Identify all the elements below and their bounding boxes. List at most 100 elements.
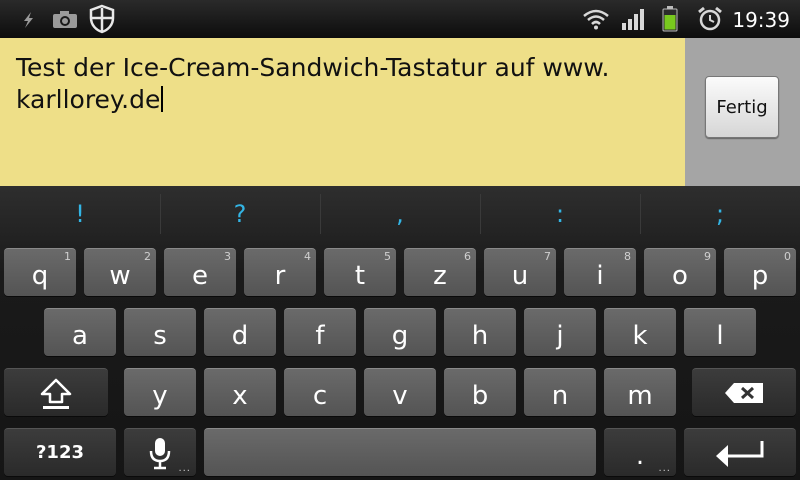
text-cursor (161, 86, 164, 112)
key-label: c (312, 380, 328, 411)
key-hint: 3 (224, 250, 231, 263)
key-hint: 5 (384, 250, 391, 263)
action-panel: Fertig (685, 38, 800, 186)
space-key[interactable] (204, 428, 596, 476)
key-hint: 9 (704, 250, 711, 263)
shift-arrow-icon (40, 378, 72, 409)
text-line-2-content: karllorey.de (16, 85, 161, 114)
key-label: e (192, 260, 208, 291)
text-line-2: karllorey.de (16, 84, 656, 116)
key-hint: 8 (624, 250, 631, 263)
key-label: . (635, 440, 645, 471)
key-label: k (632, 320, 648, 351)
shift-key[interactable] (4, 368, 108, 416)
key-hint: 1 (64, 250, 71, 263)
key-label: z (433, 260, 447, 291)
text-input-field[interactable]: Test der Ice-Cream-Sandwich-Tastatur auf… (0, 38, 685, 186)
key-a[interactable]: a (44, 308, 116, 356)
text-line-1: Test der Ice-Cream-Sandwich-Tastatur auf… (16, 53, 610, 82)
more-options-dots: ... (658, 463, 671, 474)
enter-key[interactable] (684, 428, 796, 476)
key-f[interactable]: f (284, 308, 356, 356)
period-key[interactable]: .... (604, 428, 676, 476)
wifi-icon (583, 9, 609, 30)
enter-arrow-icon (716, 440, 764, 467)
key-hint: 0 (784, 250, 791, 263)
suggestion-question[interactable]: ? (160, 186, 320, 242)
key-m[interactable]: m (604, 368, 676, 416)
key-hint: 2 (144, 250, 151, 263)
key-i[interactable]: 8i (564, 248, 636, 296)
key-label: u (511, 260, 529, 291)
key-label: b (471, 380, 489, 411)
key-label: o (672, 260, 688, 291)
key-q[interactable]: 1q (4, 248, 76, 296)
symbols-label: ?123 (35, 442, 84, 463)
suggestion-colon[interactable]: : (480, 186, 640, 242)
alarm-icon (698, 6, 722, 31)
key-j[interactable]: j (524, 308, 596, 356)
key-o[interactable]: 9o (644, 248, 716, 296)
key-w[interactable]: 2w (84, 248, 156, 296)
key-label: g (391, 320, 409, 351)
key-label: w (109, 260, 131, 291)
key-l[interactable]: l (684, 308, 756, 356)
key-label: i (596, 260, 604, 291)
key-d[interactable]: d (204, 308, 276, 356)
camera-icon (53, 11, 77, 28)
more-options-dots: ... (178, 463, 191, 474)
microphone-icon (149, 437, 171, 469)
key-k[interactable]: k (604, 308, 676, 356)
key-c[interactable]: c (284, 368, 356, 416)
key-y[interactable]: y (124, 368, 196, 416)
key-hint: 7 (544, 250, 551, 263)
backspace-key[interactable] (692, 368, 796, 416)
key-label: j (556, 320, 564, 351)
key-b[interactable]: b (444, 368, 516, 416)
key-label: x (232, 380, 248, 411)
usb-debug-icon (24, 12, 33, 28)
key-label: y (152, 380, 168, 411)
key-x[interactable]: x (204, 368, 276, 416)
key-label: v (392, 380, 408, 411)
key-v[interactable]: v (364, 368, 436, 416)
text-input-content[interactable]: Test der Ice-Cream-Sandwich-Tastatur auf… (16, 52, 656, 116)
key-label: r (274, 260, 286, 291)
soft-keyboard: ! ? , : ; 1q 2w 3e 4r 5t 6z 7u 8i 9o 0p … (0, 186, 800, 480)
key-p[interactable]: 0p (724, 248, 796, 296)
key-u[interactable]: 7u (484, 248, 556, 296)
key-label: t (354, 260, 366, 291)
voice-input-key[interactable]: ... (124, 428, 196, 476)
key-label: p (751, 260, 769, 291)
done-button[interactable]: Fertig (705, 76, 779, 138)
key-label: s (153, 320, 167, 351)
key-e[interactable]: 3e (164, 248, 236, 296)
suggestion-comma[interactable]: , (320, 186, 480, 242)
key-label: q (31, 260, 49, 291)
key-g[interactable]: g (364, 308, 436, 356)
key-label: f (315, 320, 325, 351)
battery-icon (662, 6, 678, 32)
shield-icon (89, 4, 115, 34)
key-t[interactable]: 5t (324, 248, 396, 296)
suggestion-exclamation[interactable]: ! (0, 186, 160, 242)
key-z[interactable]: 6z (404, 248, 476, 296)
key-label: a (72, 320, 88, 351)
key-label: m (627, 380, 653, 411)
signal-icon (622, 9, 644, 30)
status-time: 19:39 (732, 8, 790, 32)
backspace-icon (725, 382, 763, 403)
key-s[interactable]: s (124, 308, 196, 356)
suggestion-bar: ! ? , : ; (0, 186, 800, 242)
key-n[interactable]: n (524, 368, 596, 416)
key-label: d (231, 320, 249, 351)
key-r[interactable]: 4r (244, 248, 316, 296)
key-hint: 4 (304, 250, 311, 263)
key-hint: 6 (464, 250, 471, 263)
key-label: n (551, 380, 569, 411)
suggestion-semicolon[interactable]: ; (640, 186, 800, 242)
symbols-key[interactable]: ?123 (4, 428, 116, 476)
key-h[interactable]: h (444, 308, 516, 356)
key-label: h (471, 320, 489, 351)
status-bar: 19:39 (0, 0, 800, 38)
